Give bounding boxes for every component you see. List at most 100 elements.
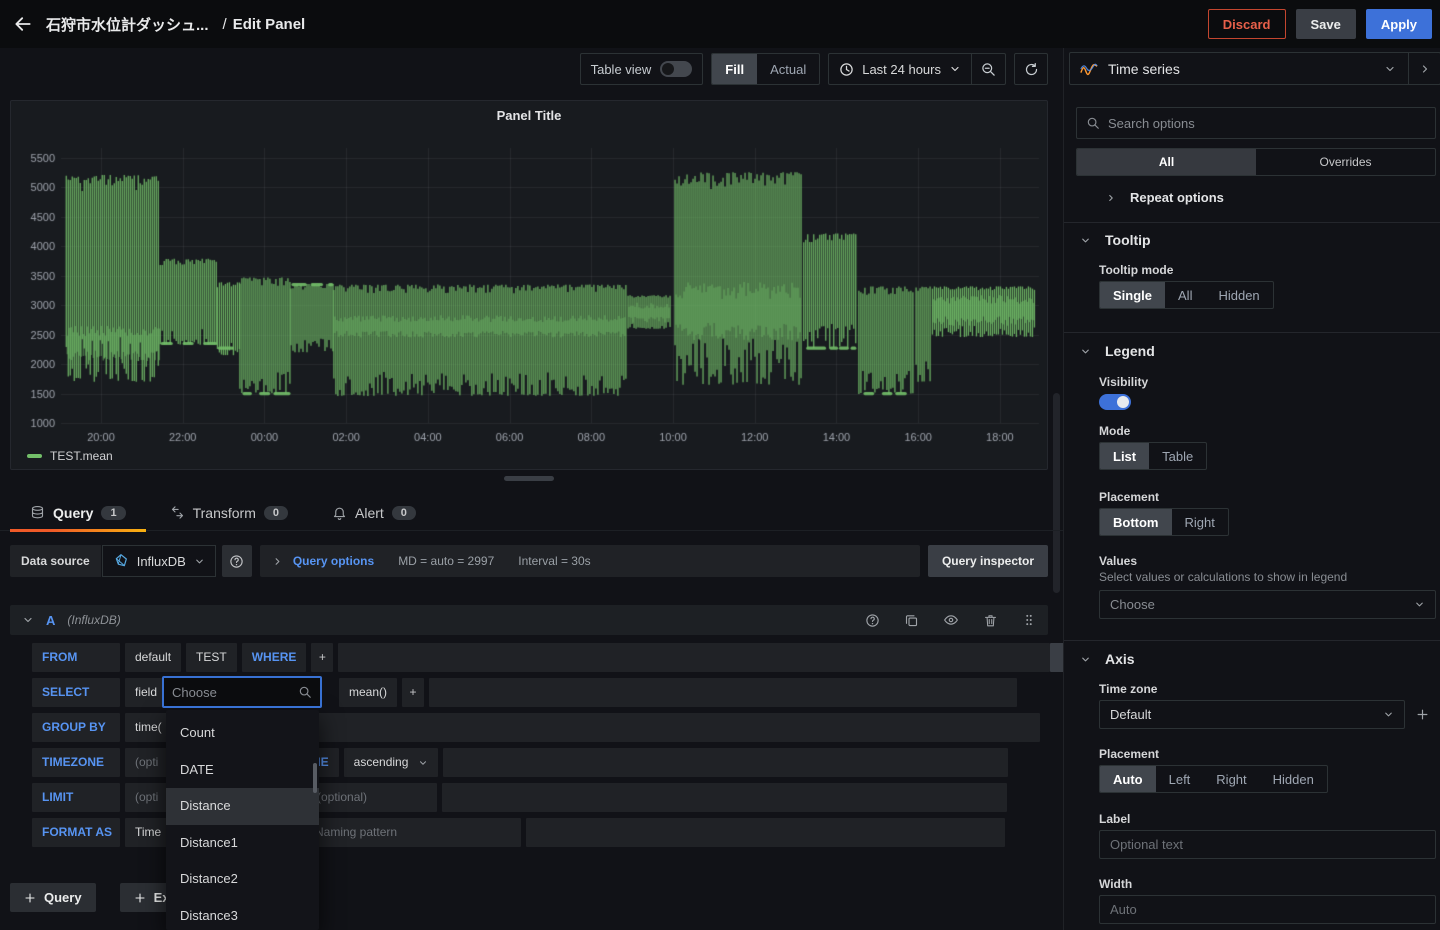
where-add-button[interactable]: + [311,643,333,672]
tooltip-section-header[interactable]: Tooltip [1080,232,1151,248]
fill-actual-toggle: FillActual [711,53,820,85]
search-icon [298,685,312,699]
options-search[interactable] [1076,107,1436,139]
seg-option-overrides[interactable]: Overrides [1256,149,1435,175]
dashboard-title[interactable]: 石狩市水位計ダッシュ... [46,14,209,35]
timezone-row-filler [443,748,1008,777]
tab-alert[interactable]: Alert 0 [332,495,416,531]
seg-option-left[interactable]: Left [1156,766,1204,792]
tab-query[interactable]: Query 1 [30,495,126,531]
limit-keyword[interactable]: LIMIT [32,783,120,812]
datasource-help-button[interactable] [222,545,252,577]
seg-option-auto[interactable]: Auto [1100,766,1156,792]
from-policy[interactable]: default [125,643,181,672]
group-by-keyword[interactable]: GROUP BY [32,713,120,742]
legend-visibility-toggle[interactable] [1099,394,1131,410]
time-range-picker[interactable]: Last 24 hours [829,54,971,84]
timezone-keyword[interactable]: TIMEZONE [32,748,120,777]
save-button[interactable]: Save [1296,9,1356,39]
select-keyword[interactable]: SELECT [32,678,120,707]
apply-button[interactable]: Apply [1366,9,1432,39]
query-inspector-button[interactable]: Query inspector [928,545,1048,577]
zoom-out-button[interactable] [971,54,1005,84]
add-query-button[interactable]: Query [10,883,96,912]
tooltip-section-title: Tooltip [1105,232,1151,248]
select-add-button[interactable]: + [402,678,424,707]
visualization-picker[interactable]: Time series [1069,52,1440,85]
axis-section-header[interactable]: Axis [1080,651,1135,667]
chart-legend[interactable]: TEST.mean [27,449,113,463]
drag-handle-icon[interactable] [1022,612,1036,628]
legend-placement-label: Placement [1099,490,1159,504]
legend-visibility-label: Visibility [1099,375,1148,389]
format-as-keyword[interactable]: FORMAT AS [32,818,120,847]
dropdown-option[interactable]: Distance2 [166,861,319,898]
legend-section-header[interactable]: Legend [1080,343,1155,359]
seg-option-right[interactable]: Right [1172,509,1228,535]
slimit-value[interactable]: (optional) [307,783,437,812]
from-keyword[interactable]: FROM [32,643,120,672]
menu-scrollbar-thumb[interactable] [313,763,317,793]
order-direction-select[interactable]: ascending [344,748,439,777]
from-measurement[interactable]: TEST [186,643,237,672]
seg-option-actual[interactable]: Actual [757,54,819,84]
dropdown-option[interactable]: Distance1 [166,825,319,862]
discard-button[interactable]: Discard [1208,9,1286,39]
query-help-button[interactable] [865,613,880,628]
repeat-options-section[interactable]: Repeat options [1106,190,1224,205]
field-select-input[interactable] [162,676,322,708]
seg-option-hidden[interactable]: Hidden [1205,282,1272,308]
chevron-down-icon [1080,346,1091,357]
axis-placement-label: Placement [1099,747,1159,761]
seg-option-list[interactable]: List [1100,443,1149,469]
duplicate-query-button[interactable] [904,613,919,628]
axis-width-input[interactable] [1099,895,1436,924]
back-button[interactable] [0,0,46,48]
tooltip-mode-label: Tooltip mode [1099,263,1173,277]
dropdown-option[interactable]: DATE [166,752,319,789]
datasource-picker[interactable]: InfluxDB [102,545,216,577]
seg-option-all[interactable]: All [1165,282,1205,308]
query-row-header[interactable]: A (InfluxDB) [10,605,1048,635]
time-range-group: Last 24 hours [828,53,1006,85]
from-row: FROM default TEST WHERE + [32,643,1088,672]
tab-transform-count: 0 [264,506,288,520]
seg-option-all[interactable]: All [1077,149,1256,175]
seg-option-fill[interactable]: Fill [712,54,757,84]
datasource-value: InfluxDB [137,554,186,569]
refresh-button[interactable] [1014,53,1048,85]
seg-option-table[interactable]: Table [1149,443,1206,469]
alias-input[interactable]: Naming pattern [305,818,521,847]
table-view-toggle[interactable] [660,61,692,77]
chevron-down-icon [22,614,34,626]
panel-resize-handle[interactable] [504,476,554,481]
divider [1064,332,1440,333]
tab-transform[interactable]: Transform 0 [170,495,288,531]
vertical-scrollbar-thumb[interactable] [1053,393,1060,593]
query-options-bar: Query options MD = auto = 2997 Interval … [260,545,920,577]
axis-timezone-add-button[interactable] [1416,708,1429,721]
options-search-input[interactable] [1108,116,1426,131]
seg-option-bottom[interactable]: Bottom [1100,509,1172,535]
chevron-down-icon [194,556,205,567]
time-series-chart[interactable] [11,101,1047,449]
where-keyword[interactable]: WHERE [242,643,307,672]
dropdown-option[interactable]: Distance [166,788,319,825]
select-function[interactable]: mean() [339,678,397,707]
query-options-link[interactable]: Query options [293,554,374,568]
field-search-input[interactable] [172,685,298,700]
seg-option-single[interactable]: Single [1100,282,1165,308]
disable-query-button[interactable] [943,612,959,628]
legend-values-select[interactable]: Choose [1099,590,1436,619]
select-field-type[interactable]: field [125,678,167,707]
axis-timezone-select[interactable]: Default [1099,700,1405,729]
seg-option-hidden[interactable]: Hidden [1260,766,1327,792]
dropdown-option[interactable]: Distance3 [166,898,319,930]
seg-option-right[interactable]: Right [1203,766,1259,792]
axis-label-input[interactable] [1099,830,1436,859]
collapse-options-button[interactable] [1408,53,1440,84]
delete-query-button[interactable] [983,613,998,628]
dropdown-option[interactable]: Count [166,715,319,752]
order-direction-value: ascending [354,748,409,777]
panel-toolbar: Table view FillActual Last 24 hours [556,53,1048,85]
